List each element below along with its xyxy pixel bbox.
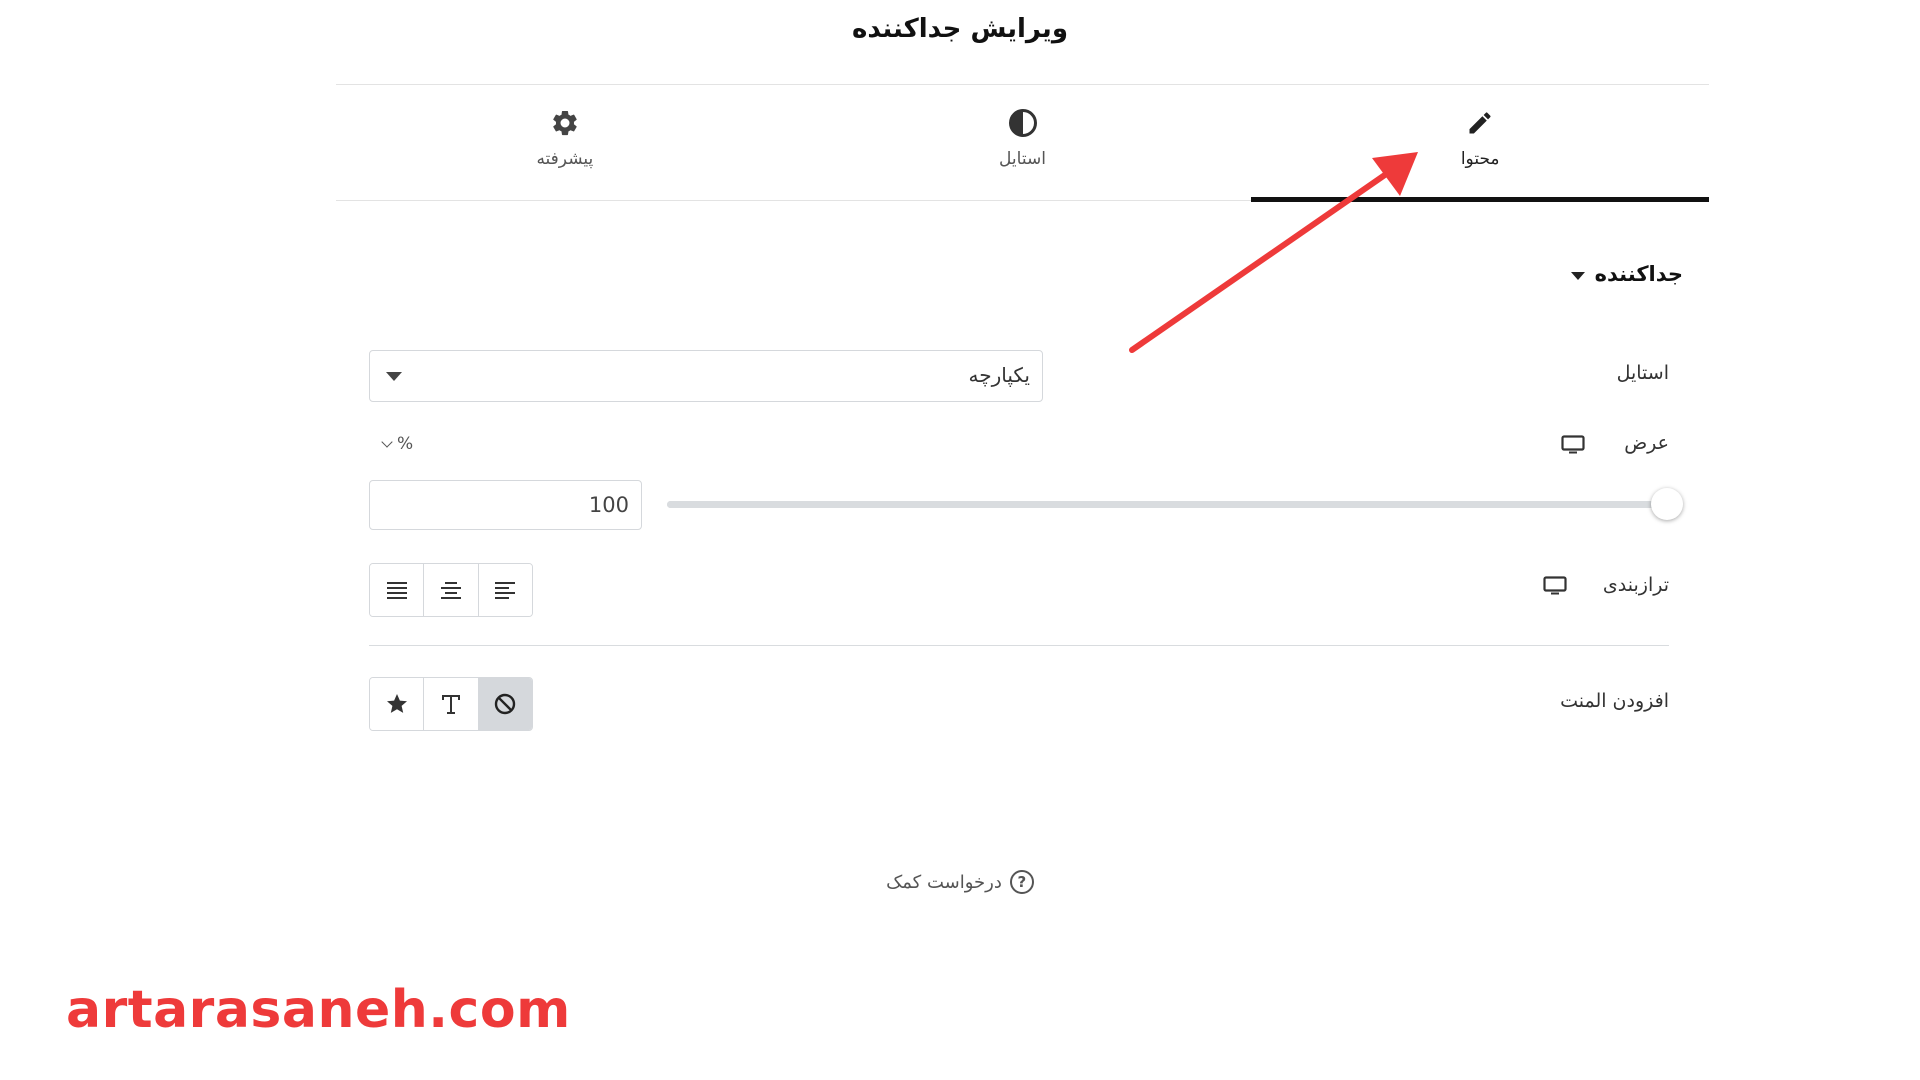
align-left-icon bbox=[495, 582, 516, 599]
pencil-icon bbox=[1464, 107, 1496, 139]
add-element-label: افزودن المنت bbox=[1560, 690, 1669, 712]
align-center-icon bbox=[440, 582, 461, 599]
element-none-button[interactable] bbox=[478, 678, 532, 730]
align-left-button[interactable] bbox=[478, 564, 532, 616]
contrast-icon bbox=[1007, 107, 1039, 139]
unit-value: % bbox=[397, 434, 414, 454]
tab-advanced[interactable]: پیشرفته bbox=[336, 85, 794, 200]
site-watermark: artarasaneh.com bbox=[66, 980, 571, 1040]
tab-style[interactable]: استایل bbox=[794, 85, 1252, 200]
width-label: عرض bbox=[1624, 432, 1669, 454]
element-icon-button[interactable] bbox=[370, 678, 425, 730]
align-justify-icon bbox=[386, 582, 407, 599]
section-toggle[interactable]: جداکننده bbox=[1570, 262, 1683, 286]
slider-handle[interactable] bbox=[1651, 488, 1683, 520]
tab-bar: محتوا استایل پیشرفته bbox=[336, 85, 1709, 202]
tab-label: محتوا bbox=[1460, 149, 1500, 169]
tab-content[interactable]: محتوا bbox=[1251, 85, 1709, 202]
section-divider bbox=[369, 645, 1669, 646]
unit-select[interactable]: % bbox=[381, 434, 414, 454]
tab-label: استایل bbox=[999, 149, 1046, 169]
section-title: جداکننده bbox=[1594, 262, 1683, 286]
editor-panel: ویرایش جداکننده محتوا استایل پیشرفته جدا… bbox=[0, 0, 1920, 1080]
desktop-icon[interactable] bbox=[1561, 435, 1585, 455]
style-select[interactable]: یکپارچه bbox=[369, 350, 1043, 402]
caret-down-icon bbox=[386, 372, 402, 381]
align-center-button[interactable] bbox=[424, 564, 479, 616]
slider-fill bbox=[667, 501, 1667, 508]
text-icon bbox=[441, 695, 460, 714]
style-label: استایل bbox=[1616, 362, 1669, 384]
question-icon: ? bbox=[1009, 870, 1034, 894]
chevron-down-icon bbox=[381, 436, 393, 448]
star-icon bbox=[386, 694, 407, 713]
style-select-value: یکپارچه bbox=[968, 363, 1030, 387]
width-slider[interactable] bbox=[667, 501, 1667, 508]
panel-title: ویرایش جداکننده bbox=[852, 14, 1068, 44]
desktop-icon[interactable] bbox=[1543, 576, 1567, 596]
element-text-button[interactable] bbox=[424, 678, 479, 730]
tab-label: پیشرفته bbox=[536, 149, 594, 169]
element-buttons bbox=[369, 677, 533, 731]
align-justify-button[interactable] bbox=[370, 564, 425, 616]
gear-icon bbox=[549, 107, 581, 139]
width-input[interactable] bbox=[369, 480, 642, 530]
help-text: درخواست کمک bbox=[886, 871, 1002, 893]
alignment-buttons bbox=[369, 563, 533, 617]
help-link[interactable]: درخواست کمک ? bbox=[0, 870, 1920, 894]
none-icon bbox=[495, 693, 516, 715]
alignment-label: ترازبندی bbox=[1602, 574, 1669, 596]
caret-down-icon bbox=[1570, 272, 1585, 280]
